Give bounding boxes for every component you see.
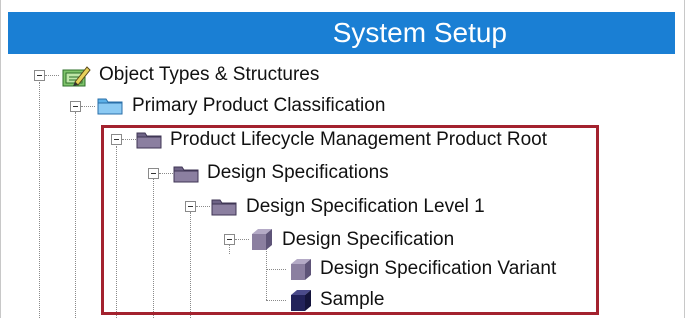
folder-blue-icon (97, 98, 123, 115)
tree-connector (81, 106, 95, 107)
collapse-toggle[interactable] (34, 70, 45, 81)
highlight-box (101, 125, 599, 315)
tree-node-label[interactable]: Object Types & Structures (99, 64, 319, 86)
tree-guide-line (39, 82, 40, 318)
collapse-toggle[interactable] (70, 101, 81, 112)
tree-node-label[interactable]: Primary Product Classification (132, 95, 385, 117)
tree-guide-line (75, 112, 76, 318)
object-types-icon (62, 66, 91, 87)
tree-connector (45, 75, 59, 76)
